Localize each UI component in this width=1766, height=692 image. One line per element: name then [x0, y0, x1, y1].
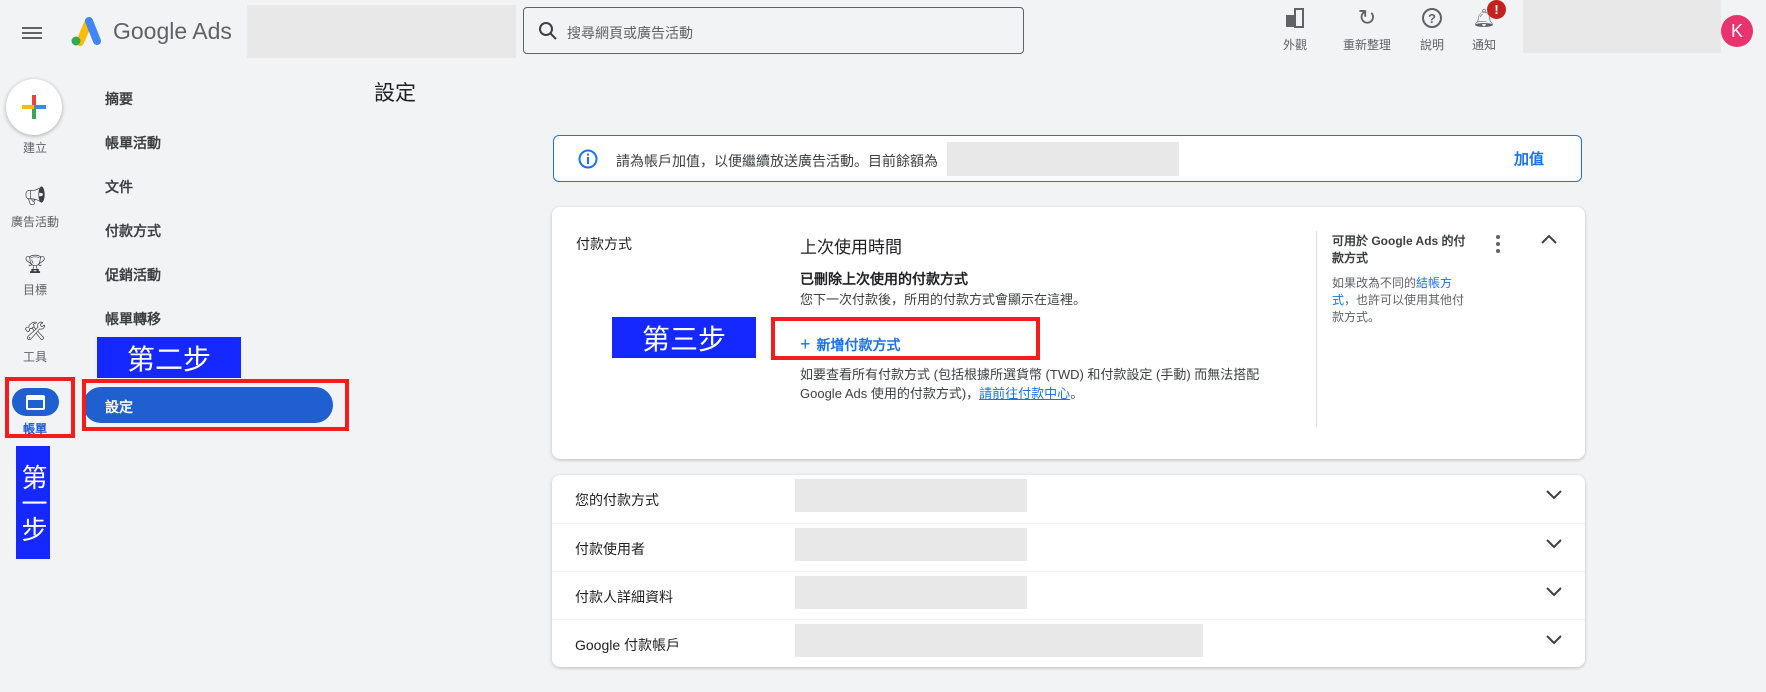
annotation-step1: 第一步: [16, 446, 50, 559]
refresh-icon: ↻: [1357, 5, 1377, 30]
row-google-payments-account[interactable]: Google 付款帳戶: [552, 619, 1585, 667]
submenu-payment-methods[interactable]: 付款方式: [105, 221, 161, 241]
rail-item-tools[interactable]: 🛠︎ 工具: [0, 321, 70, 365]
payment-method-card: 付款方式 上次使用時間 已刪除上次使用的付款方式 您下一次付款後，所用的付款方式…: [552, 207, 1585, 459]
annotation-box-billing: [5, 377, 75, 438]
chevron-down-icon: [1546, 539, 1562, 549]
account-info-redacted: [1523, 0, 1721, 53]
chevron-down-icon: [1546, 490, 1562, 500]
submenu-billing-activity[interactable]: 帳單活動: [105, 133, 161, 153]
deleted-title: 已刪除上次使用的付款方式: [800, 271, 968, 287]
notifications-button[interactable]: 🔔︎ 通知 !: [1449, 0, 1519, 53]
balance-banner: 請為帳戶加值，以便繼續放送廣告活動。目前餘額為 加值: [553, 135, 1582, 182]
chevron-down-icon: [1546, 635, 1562, 645]
menu-icon[interactable]: [22, 24, 42, 42]
rail-create-label: 建立: [22, 141, 47, 155]
notification-badge: !: [1487, 0, 1506, 19]
chevron-up-icon[interactable]: [1540, 233, 1558, 245]
search-placeholder: 搜尋網頁或廣告活動: [567, 25, 693, 41]
row-payment-users[interactable]: 付款使用者: [552, 523, 1585, 571]
add-funds-link[interactable]: 加值: [1514, 148, 1544, 169]
rail-item-campaigns[interactable]: 📢︎ 廣告活動: [0, 186, 70, 230]
info-icon: [578, 149, 598, 169]
side-title: 可用於 Google Ads 的付款方式: [1332, 234, 1466, 265]
avatar[interactable]: K: [1721, 15, 1753, 47]
divider: [1316, 231, 1317, 427]
annotation-step2: 第二步: [97, 337, 241, 378]
submenu-documents[interactable]: 文件: [105, 177, 133, 197]
last-used-heading: 上次使用時間: [800, 238, 902, 257]
submenu-billing-transfer[interactable]: 帳單轉移: [105, 309, 161, 329]
google-ads-logo: [71, 17, 101, 46]
plus-icon: [22, 95, 46, 119]
banner-text: 請為帳戶加值，以便繼續放送廣告活動。目前餘額為: [616, 153, 938, 169]
appearance-button[interactable]: 外觀: [1260, 6, 1330, 53]
row-payer-details[interactable]: 付款人詳細資料: [552, 571, 1585, 619]
annotation-box-add: [771, 317, 1040, 360]
chevron-down-icon: [1546, 587, 1562, 597]
refresh-button[interactable]: ↻ 重新整理: [1332, 5, 1402, 53]
tools-icon: 🛠︎: [23, 321, 47, 341]
appearance-icon: [1260, 6, 1330, 30]
create-button[interactable]: [6, 79, 62, 135]
row-your-payment-methods[interactable]: 您的付款方式: [552, 475, 1585, 523]
bell-icon: 🔔︎: [1472, 7, 1496, 28]
side-text: 如果改為不同的結帳方式，也許可以使用其他付款方式。: [1332, 276, 1465, 324]
trophy-icon: 🏆︎: [23, 254, 47, 274]
svg-text:?: ?: [1428, 11, 1436, 26]
section-label: 付款方式: [576, 236, 632, 252]
account-redacted: [247, 5, 516, 58]
annotation-box-settings: [82, 379, 349, 431]
payment-details-list: 您的付款方式 付款使用者 付款人詳細資料 Google 付款帳戶: [552, 475, 1585, 667]
search-input[interactable]: 搜尋網頁或廣告活動: [523, 7, 1024, 54]
more-options-icon[interactable]: [1496, 235, 1500, 253]
megaphone-icon: 📢︎: [23, 186, 47, 206]
deleted-desc: 您下一次付款後，所用的付款方式會顯示在這裡。: [800, 292, 1087, 307]
search-icon: [539, 22, 557, 40]
submenu-promotions[interactable]: 促銷活動: [105, 265, 161, 285]
rail-item-goals[interactable]: 🏆︎ 目標: [0, 254, 70, 298]
submenu-summary[interactable]: 摘要: [105, 89, 133, 109]
payment-center-link[interactable]: 請前往付款中心: [979, 386, 1070, 401]
annotation-step3: 第三步: [612, 317, 756, 358]
payment-center-note: 如要查看所有付款方式 (包括根據所選貨幣 (TWD) 和付款設定 (手動) 而無…: [800, 367, 1260, 401]
page-title: 設定: [374, 82, 416, 105]
app-name: Google Ads: [113, 18, 232, 44]
balance-redacted: [947, 142, 1179, 176]
